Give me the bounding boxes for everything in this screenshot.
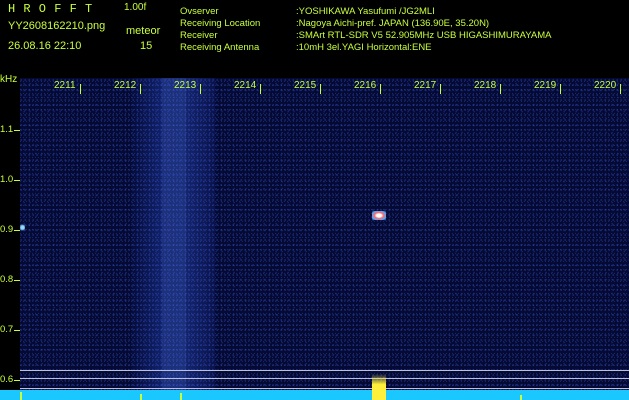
y-tick-label: 1.0 [0, 174, 14, 185]
x-tick-label: 2212 [114, 80, 137, 91]
file-name: YY2608162210.png [8, 20, 106, 32]
info-key-location: Receiving Location [180, 18, 261, 29]
x-tick [320, 84, 321, 94]
x-tick [80, 84, 81, 94]
x-tick-label: 2214 [234, 80, 257, 91]
bottom-trace [20, 390, 629, 400]
y-unit-label: kHz [0, 74, 18, 85]
trace-spike [20, 392, 22, 400]
meteor-echo [20, 224, 25, 231]
date-time: 26.08.16 22:10 [8, 40, 82, 52]
y-tick-label: 0.9 [0, 224, 14, 235]
x-tick [620, 84, 621, 94]
info-key-observer: Ovserver [180, 6, 219, 17]
noise-band [186, 78, 215, 400]
meteor-label: meteor [126, 25, 161, 37]
y-tick-label: 0.6 [0, 374, 14, 385]
reference-line [20, 370, 629, 371]
meteor-burst [372, 374, 386, 400]
y-tick-label: 0.7 [0, 324, 14, 335]
spectrogram-plot [20, 78, 629, 400]
y-tick [14, 380, 20, 381]
info-value-receiver: :SMArt RTL-SDR V5 52.905MHz USB HIGASHIM… [296, 30, 552, 41]
x-tick [260, 84, 261, 94]
x-tick-label: 2218 [474, 80, 497, 91]
x-tick [140, 84, 141, 94]
x-tick [560, 84, 561, 94]
y-tick-label: 1.1 [0, 124, 14, 135]
x-tick-label: 2217 [414, 80, 437, 91]
y-tick [14, 330, 20, 331]
info-key-receiver: Receiver [180, 30, 218, 41]
x-tick-label: 2211 [54, 80, 76, 91]
trace-spike [140, 394, 142, 400]
meteor-count: 15 [140, 40, 153, 52]
reference-line [20, 378, 629, 379]
x-tick-label: 2219 [534, 80, 557, 91]
y-tick [14, 230, 20, 231]
y-tick [14, 280, 20, 281]
x-tick-label: 2220 [594, 80, 617, 91]
x-tick-label: 2215 [294, 80, 317, 91]
app-version: 1.00f [124, 2, 147, 13]
header-panel: H R O F F T 1.00f YY2608162210.png 26.08… [0, 0, 629, 74]
app-title: H R O F F T [8, 2, 93, 16]
trace-spike [520, 395, 522, 400]
x-tick [440, 84, 441, 94]
y-tick-label: 0.8 [0, 274, 14, 285]
noise-band [162, 78, 186, 400]
y-tick [14, 130, 20, 131]
info-value-location: :Nagoya Aichi-pref. JAPAN (136.90E, 35.2… [296, 18, 490, 29]
info-value-antenna: :10mH 3el.YAGI Horizontal:ENE [296, 42, 432, 53]
info-key-antenna: Receiving Antenna [180, 42, 260, 53]
x-tick [500, 84, 501, 94]
x-tick-label: 2216 [354, 80, 377, 91]
x-tick [200, 84, 201, 94]
info-value-observer: :YOSHIKAWA Yasufumi /JG2MLI [296, 6, 435, 17]
noise-band [132, 78, 162, 400]
y-tick [14, 180, 20, 181]
x-tick [380, 84, 381, 94]
trace-spike [180, 393, 182, 400]
meteor-echo [372, 211, 386, 220]
bottom-trace-left [0, 390, 20, 400]
x-tick-label: 2213 [174, 80, 197, 91]
reference-line [20, 388, 629, 389]
